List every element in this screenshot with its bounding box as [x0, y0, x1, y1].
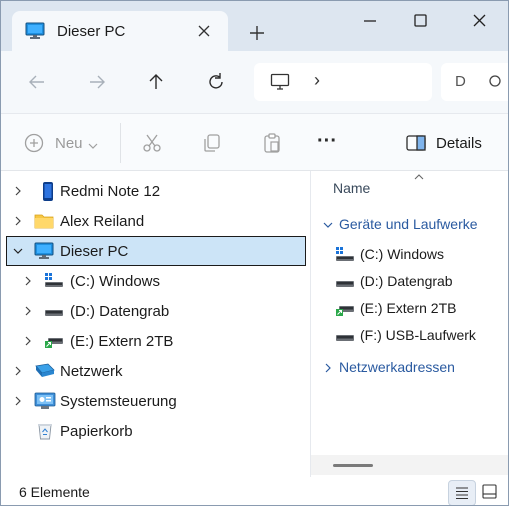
chevron-right-icon[interactable] — [321, 361, 335, 375]
nav-label: Dieser PC — [60, 243, 129, 260]
chevron-down-icon[interactable] — [11, 244, 25, 258]
new-button-label[interactable]: Neu — [55, 135, 83, 152]
content-item-e-extern-2tb[interactable]: (E:) Extern 2TB — [335, 297, 508, 321]
breadcrumb-chevron[interactable]: › — [314, 70, 320, 91]
more-options-button[interactable]: ··· — [317, 131, 345, 158]
control-panel-icon — [34, 392, 56, 410]
content-item-label: (F:) USB-Laufwerk — [360, 327, 476, 343]
chevron-right-icon[interactable] — [21, 334, 35, 348]
nav-item-c-windows[interactable]: (C:) Windows — [6, 266, 306, 296]
copy-icon[interactable] — [201, 132, 225, 156]
maximize-button[interactable] — [399, 7, 443, 35]
tab-dieser-pc[interactable]: Dieser PC — [12, 11, 228, 51]
nav-item-d-datengrab[interactable]: (D:) Datengrab — [6, 296, 306, 326]
details-view-icon — [456, 487, 468, 500]
cut-icon[interactable] — [141, 132, 165, 156]
details-pane-icon[interactable] — [405, 132, 429, 156]
details-button-label[interactable]: Details — [436, 135, 482, 152]
external-drive-icon — [44, 332, 64, 350]
external-drive-icon — [335, 301, 355, 317]
close-tab-icon[interactable] — [194, 21, 214, 41]
group-header-geraete-und-laufwerke[interactable]: Geräte und Laufwerke — [321, 214, 508, 236]
refresh-icon[interactable] — [204, 70, 228, 94]
search-icon — [487, 73, 503, 92]
content-item-label: (D:) Datengrab — [360, 273, 453, 289]
content-item-f-usb-laufwerk[interactable]: (F:) USB-Laufwerk — [335, 324, 508, 348]
chevron-right-icon[interactable] — [11, 214, 25, 228]
monitor-icon — [270, 73, 290, 94]
content-item-label: (E:) Extern 2TB — [360, 300, 457, 316]
command-bar: Neu ··· Details — [1, 114, 508, 171]
nav-item-papierkorb[interactable]: Papierkorb — [6, 416, 306, 446]
up-arrow-icon[interactable] — [144, 70, 168, 94]
tiles-view-icon — [482, 484, 497, 499]
nav-label: (D:) Datengrab — [70, 303, 170, 320]
forward-arrow-icon[interactable] — [85, 70, 109, 94]
group-header-netzwerkadressen[interactable]: Netzwerkadressen — [321, 357, 508, 379]
content-item-d-datengrab[interactable]: (D:) Datengrab — [335, 270, 508, 294]
nav-label: (E:) Extern 2TB — [70, 333, 174, 350]
content-pane: Name Geräte und Laufwerke (C:) Windows (… — [311, 171, 508, 477]
drive-icon — [335, 328, 355, 344]
content-item-c-windows[interactable]: (C:) Windows — [335, 243, 508, 267]
close-window-button[interactable] — [458, 7, 502, 35]
nav-item-systemsteuerung[interactable]: Systemsteuerung — [6, 386, 306, 416]
windows-drive-icon — [44, 272, 64, 290]
navigation-bar: › D — [1, 51, 508, 113]
chevron-right-icon[interactable] — [21, 274, 35, 288]
search-placeholder: D — [455, 73, 466, 90]
group-label: Geräte und Laufwerke — [339, 216, 478, 232]
new-button[interactable] — [23, 132, 47, 156]
nav-label: Systemsteuerung — [60, 393, 177, 410]
phone-icon — [38, 182, 58, 201]
nav-label: Alex Reiland — [60, 213, 145, 230]
minimize-button[interactable] — [349, 7, 393, 35]
nav-label: Netzwerk — [60, 363, 123, 380]
search-box[interactable]: D — [441, 63, 508, 101]
nav-label: Redmi Note 12 — [60, 183, 161, 200]
nav-item-netzwerk[interactable]: Netzwerk — [6, 356, 306, 386]
monitor-icon — [34, 242, 54, 260]
navigation-pane: Redmi Note 12 Alex Reiland Dieser PC (C:… — [1, 171, 311, 477]
folder-icon — [34, 212, 54, 230]
sort-arrow-icon — [413, 169, 425, 180]
column-header-name[interactable]: Name — [333, 180, 370, 196]
back-arrow-icon[interactable] — [25, 70, 49, 94]
horizontal-scrollbar[interactable] — [311, 455, 508, 475]
details-view-button[interactable] — [448, 480, 476, 505]
network-icon — [34, 362, 55, 380]
drive-icon — [44, 302, 64, 320]
drive-icon — [335, 274, 355, 290]
file-explorer-window: Dieser PC › D Neu ··· Details Redmi Note… — [0, 0, 509, 506]
tab-title: Dieser PC — [57, 23, 126, 40]
status-bar: 6 Elemente — [1, 477, 508, 505]
nav-label: Papierkorb — [60, 423, 133, 440]
chevron-right-icon[interactable] — [21, 304, 35, 318]
nav-item-dieser-pc[interactable]: Dieser PC — [6, 236, 306, 266]
new-tab-button[interactable] — [245, 21, 269, 45]
scrollbar-thumb[interactable] — [333, 464, 373, 467]
nav-label: (C:) Windows — [70, 273, 161, 290]
chevron-down-icon[interactable] — [87, 138, 99, 162]
paste-icon[interactable] — [261, 132, 285, 156]
address-bar[interactable]: › — [254, 63, 432, 101]
monitor-icon — [25, 22, 45, 43]
chevron-right-icon[interactable] — [11, 394, 25, 408]
item-count: 6 Elemente — [19, 484, 90, 500]
chevron-down-icon[interactable] — [321, 218, 335, 232]
windows-drive-icon — [335, 247, 355, 263]
nav-item-alex-reiland[interactable]: Alex Reiland — [6, 206, 306, 236]
chevron-right-icon[interactable] — [11, 184, 25, 198]
recycle-bin-icon — [36, 422, 56, 440]
nav-item-redmi-note-12[interactable]: Redmi Note 12 — [6, 176, 306, 206]
nav-item-e-extern-2tb[interactable]: (E:) Extern 2TB — [6, 326, 306, 356]
plus-circle-icon — [24, 133, 44, 153]
group-label: Netzwerkadressen — [339, 359, 455, 375]
chevron-right-icon[interactable] — [11, 364, 25, 378]
toolbar-separator — [120, 123, 121, 163]
content-item-label: (C:) Windows — [360, 246, 445, 262]
tiles-view-button[interactable] — [477, 480, 503, 504]
